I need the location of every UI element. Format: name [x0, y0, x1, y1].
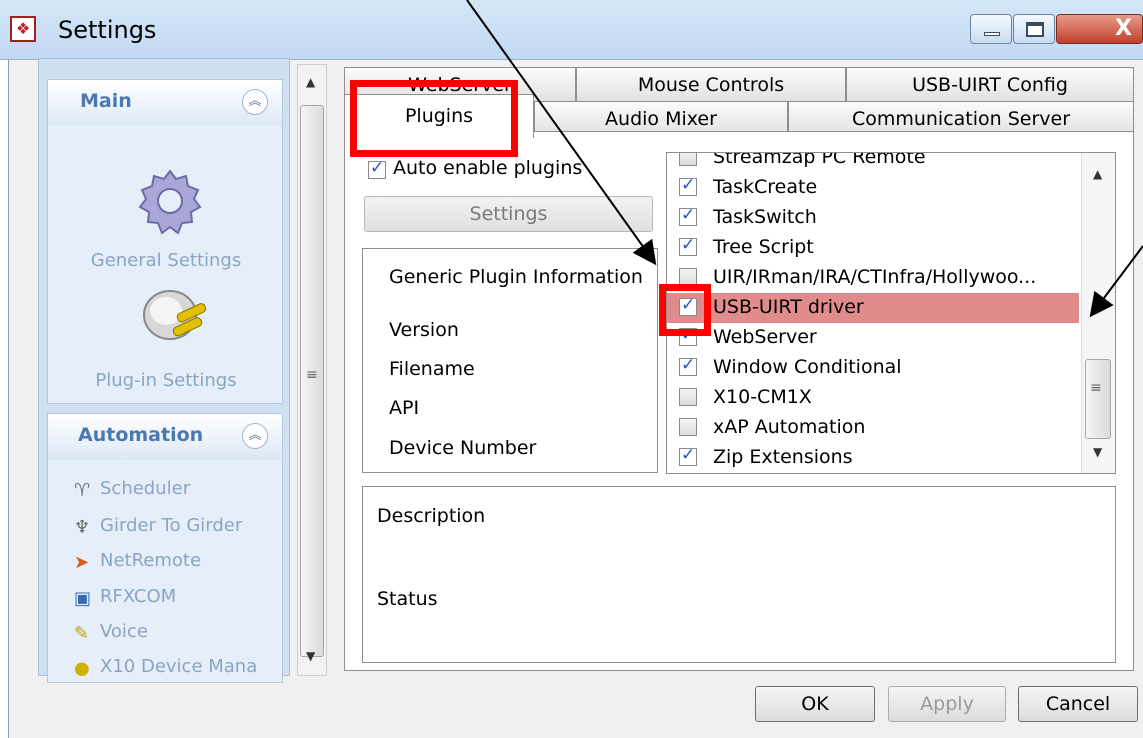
nav-item-netremote[interactable]: ➤ NetRemote [74, 550, 201, 573]
auto-enable-plugins-checkbox[interactable] [368, 158, 386, 179]
list-item[interactable]: Streamzap PC Remote [667, 153, 1079, 173]
plugin-checkbox[interactable] [679, 445, 697, 466]
app-icon: ❖ [10, 16, 36, 42]
list-item[interactable]: X10-CM1X [667, 383, 1079, 413]
scheduler-icon: ♈ [74, 480, 91, 501]
list-item[interactable]: TaskCreate [667, 173, 1079, 203]
apply-button[interactable]: Apply [888, 686, 1006, 722]
plugin-info-panel: Generic Plugin Information Version Filen… [362, 248, 658, 473]
grip-icon: ≡ [306, 367, 318, 383]
plugin-list-scrollbar[interactable]: ▲ ≡ ▼ [1081, 153, 1115, 473]
main-group-header[interactable]: Main ︽ [48, 80, 282, 126]
title-bar: ❖ Settings X [0, 0, 1143, 60]
list-item[interactable]: TaskSwitch [667, 203, 1079, 233]
plug-icon[interactable] [132, 285, 212, 347]
nav-item-rfxcom[interactable]: ▣ RFXCOM [74, 586, 176, 609]
plugin-settings-button[interactable]: Settings [364, 196, 653, 232]
plugin-settings-link[interactable]: Plug-in Settings [48, 370, 284, 391]
description-label: Description [377, 505, 486, 527]
x10-icon: ● [74, 658, 90, 676]
maximize-icon [1026, 22, 1044, 37]
plugin-checkbox[interactable] [679, 388, 697, 406]
plugin-checkbox[interactable] [679, 268, 697, 286]
list-item[interactable]: Zip Extensions [667, 443, 1079, 473]
list-item[interactable]: UIR/IRman/IRA/CTInfra/Hollywoo... [667, 263, 1079, 293]
plugin-checkbox[interactable] [679, 295, 697, 316]
plugin-checkbox[interactable] [679, 235, 697, 256]
scroll-thumb[interactable] [1085, 359, 1111, 439]
description-panel: Description Status [362, 486, 1116, 663]
plugin-checkbox[interactable] [679, 418, 697, 436]
netremote-icon: ➤ [74, 552, 90, 573]
ok-button[interactable]: OK [755, 686, 875, 722]
girder-icon: ♆ [74, 517, 91, 538]
list-item-selected[interactable]: USB-UIRT driver [667, 293, 1079, 323]
gear-icon[interactable] [134, 165, 206, 237]
scroll-down-arrow-icon[interactable]: ▼ [1093, 445, 1102, 459]
general-settings-link[interactable]: General Settings [48, 250, 284, 271]
plugin-list: Streamzap PC Remote TaskCreate TaskSwitc… [666, 152, 1116, 474]
scroll-up-arrow-icon[interactable]: ▲ [306, 75, 315, 89]
close-icon: X [1115, 16, 1132, 41]
minimize-icon [984, 32, 1000, 36]
info-device-number-label: Device Number [389, 437, 537, 459]
automation-group: Automation ︽ ♈ Scheduler ♆ Girder To Girde… [47, 413, 283, 683]
automation-group-title: Automation [78, 424, 204, 446]
tab-plugins[interactable]: Plugins [344, 94, 534, 138]
main-group: Main ︽ General Settings Plug-in Settings [47, 79, 283, 404]
tab-audio-mixer[interactable]: Audio Mixer [534, 101, 788, 135]
plugin-checkbox[interactable] [679, 175, 697, 196]
list-item[interactable]: Tree Script [667, 233, 1079, 263]
info-api-label: API [389, 397, 420, 419]
grip-icon: ≡ [1090, 380, 1102, 396]
plugin-checkbox[interactable] [679, 205, 697, 226]
scroll-up-arrow-icon[interactable]: ▲ [1093, 167, 1102, 181]
maximize-button[interactable] [1013, 14, 1055, 44]
scroll-down-arrow-icon[interactable]: ▼ [306, 649, 315, 663]
automation-group-header[interactable]: Automation ︽ [48, 414, 282, 460]
rfxcom-icon: ▣ [74, 588, 92, 609]
plugin-checkbox[interactable] [679, 355, 697, 376]
info-header: Generic Plugin Information [389, 266, 643, 288]
auto-enable-plugins-label[interactable]: Auto enable plugins [393, 157, 582, 179]
tab-communication-server[interactable]: Communication Server [788, 101, 1134, 135]
nav-item-voice[interactable]: ✎ Voice [74, 621, 148, 644]
tab-mouse-controls[interactable]: Mouse Controls [576, 67, 846, 101]
scroll-thumb[interactable]: ≡ [300, 105, 324, 657]
nav-item-x10-device-manager[interactable]: ● X10 Device Mana [74, 656, 257, 676]
collapse-chevron-icon[interactable]: ︽ [242, 89, 268, 115]
close-button[interactable]: X [1056, 14, 1143, 44]
plugin-checkbox[interactable] [679, 325, 697, 346]
list-item[interactable]: xAP Automation [667, 413, 1079, 443]
nav-item-scheduler[interactable]: ♈ Scheduler [74, 478, 190, 501]
voice-icon: ✎ [74, 623, 90, 644]
info-filename-label: Filename [389, 358, 475, 380]
list-item[interactable]: Window Conditional [667, 353, 1079, 383]
collapse-chevron-icon[interactable]: ︽ [242, 423, 268, 449]
main-group-title: Main [80, 90, 132, 112]
left-pane-scrollbar[interactable]: ▲ ≡ ▼ [297, 64, 327, 676]
info-version-label: Version [389, 319, 459, 341]
minimize-button[interactable] [970, 14, 1012, 44]
plugin-checkbox[interactable] [679, 153, 697, 166]
status-label: Status [377, 588, 438, 610]
tab-usb-uirt-config[interactable]: USB-UIRT Config [846, 67, 1134, 101]
window-title: Settings [58, 16, 157, 44]
nav-item-girder-to-girder[interactable]: ♆ Girder To Girder [74, 515, 242, 538]
list-item[interactable]: WebServer [667, 323, 1079, 353]
cancel-button[interactable]: Cancel [1018, 686, 1138, 722]
left-nav-pane: Main ︽ General Settings Plug-in Settings… [38, 58, 290, 683]
